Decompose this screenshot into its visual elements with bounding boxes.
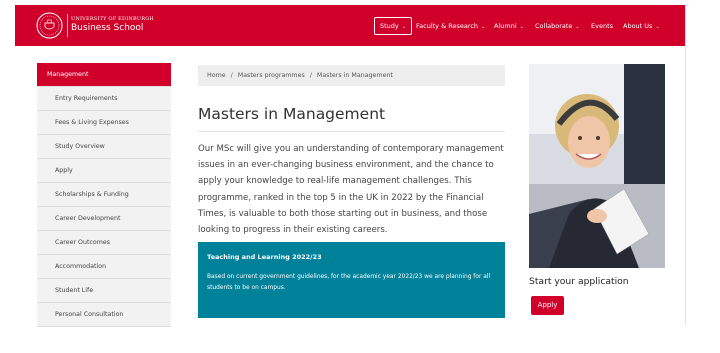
nav-about-us[interactable]: About Us ⌄ [623, 19, 660, 33]
nav-label: Alumni [494, 22, 517, 30]
notice-text: Based on current government guidelines, … [207, 274, 491, 291]
sidebar-item-apply[interactable]: Apply [37, 159, 171, 183]
nav-collaborate[interactable]: Collaborate ⌄ [535, 19, 580, 33]
nav-alumni[interactable]: Alumni ⌄ [494, 19, 524, 33]
page-title: Masters in Management [198, 105, 386, 123]
apply-button[interactable]: Apply [531, 296, 564, 315]
main-nav: Study ⌄ Faculty & Research ⌄ Alumni ⌄ Colla… [15, 17, 685, 35]
nav-label: Collaborate [535, 22, 573, 30]
sidebar-item-fees-living-expenses[interactable]: Fees & Living Expenses [37, 111, 171, 135]
sidebar-item-study-overview[interactable]: Study Overview [37, 135, 171, 159]
breadcrumb-separator: / [230, 72, 233, 79]
title-divider [198, 131, 505, 132]
notice-box: Teaching and Learning 2022/23 Based on c… [198, 242, 505, 318]
notice-title: Teaching and Learning 2022/23 [207, 253, 322, 261]
nav-events[interactable]: Events [591, 19, 613, 33]
sidebar-item-scholarships-funding[interactable]: Scholarships & Funding [37, 183, 171, 207]
sidebar-item-personal-consultation[interactable]: Personal Consultation [37, 303, 171, 327]
site-header: UNIVERSITY OF EDINBURGH Business School … [15, 5, 685, 46]
sidebar-item-accommodation[interactable]: Accommodation [37, 255, 171, 279]
chevron-down-icon: ⌄ [575, 24, 580, 30]
chevron-down-icon: ⌄ [481, 24, 486, 30]
page-edge [685, 5, 686, 325]
student-photo [529, 64, 665, 268]
nav-label: Faculty & Research [416, 22, 479, 30]
sidebar-item-career-development[interactable]: Career Development [37, 207, 171, 231]
breadcrumb: Home / Masters programmes / Masters in M… [198, 65, 505, 86]
nav-study[interactable]: Study ⌄ [374, 17, 412, 35]
nav-label: About Us [623, 22, 653, 30]
sidebar-item-career-outcomes[interactable]: Career Outcomes [37, 231, 171, 255]
nav-faculty-research[interactable]: Faculty & Research ⌄ [416, 19, 485, 33]
intro-paragraph: Our MSc will give you an understanding o… [198, 144, 504, 236]
breadcrumb-masters-programmes[interactable]: Masters programmes [238, 72, 305, 79]
sidebar-item-entry-requirements[interactable]: Entry Requirements [37, 87, 171, 111]
sidebar-nav: Management Entry Requirements Fees & Liv… [37, 63, 171, 327]
breadcrumb-separator: / [309, 72, 312, 79]
nav-label: Study [380, 22, 399, 30]
breadcrumb-current: Masters in Management [316, 72, 393, 79]
nav-label: Events [591, 22, 614, 30]
sidebar-item-management[interactable]: Management [37, 63, 171, 87]
chevron-down-icon: ⌄ [401, 24, 406, 30]
chevron-down-icon: ⌄ [655, 24, 660, 30]
chevron-down-icon: ⌄ [519, 24, 524, 30]
sidebar-item-student-life[interactable]: Student Life [37, 279, 171, 303]
start-application-heading: Start your application [529, 276, 629, 287]
breadcrumb-home[interactable]: Home [207, 72, 226, 79]
